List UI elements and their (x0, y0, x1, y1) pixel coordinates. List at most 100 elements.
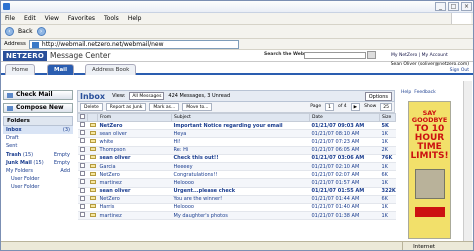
col-from[interactable]: From (97, 113, 172, 122)
from-cell[interactable]: Thompson (97, 146, 172, 155)
web-search-input[interactable] (304, 52, 366, 59)
folder-sent[interactable]: Sent (3, 142, 73, 150)
col-subject[interactable]: Subject (171, 113, 310, 122)
menu-file[interactable]: File (5, 15, 15, 22)
subject-cell[interactable]: Urgent...please check (171, 187, 310, 196)
table-row[interactable]: sean oliver Check this out!! 01/21/07 03:0… (77, 154, 396, 163)
menu-help[interactable]: Help (128, 15, 142, 22)
row-select-cell[interactable] (77, 121, 88, 131)
next-page-icon[interactable]: ▶ (350, 103, 361, 111)
options-button[interactable]: Options (364, 92, 392, 101)
ad-cta-button[interactable] (414, 207, 445, 217)
from-cell[interactable]: NetZero (97, 195, 172, 204)
sign-out-link[interactable]: Sign Out (391, 68, 469, 74)
row-checkbox[interactable] (79, 122, 85, 128)
folder-junk[interactable]: Junk Mail (15) Empty (3, 159, 73, 167)
page-input[interactable]: 1 (325, 103, 334, 111)
table-row[interactable]: NetZero Congratulations!! 01/21/07 02:07 A… (77, 170, 396, 180)
subject-cell[interactable]: Congratulations!! (171, 170, 310, 180)
select-all-checkbox[interactable] (80, 114, 85, 119)
delete-button[interactable]: Delete (80, 103, 103, 111)
from-cell[interactable]: NetZero (97, 170, 172, 180)
close-icon[interactable]: × (461, 2, 472, 11)
row-select-cell[interactable] (77, 162, 88, 172)
row-checkbox[interactable] (79, 163, 85, 169)
back-arrow-icon[interactable]: ‹ (5, 27, 14, 36)
compose-new-button[interactable]: Compose New (3, 103, 73, 113)
table-row[interactable]: Harris Heloooo 01/21/07 01:40 AM 1K (77, 203, 396, 213)
folder-draft[interactable]: Draft (3, 134, 73, 142)
my-folders-label[interactable]: My Folders (6, 167, 33, 175)
subject-cell[interactable]: My daughter's photos (171, 211, 310, 221)
from-cell[interactable]: sean oliver (97, 129, 172, 139)
row-select-cell[interactable] (77, 137, 88, 147)
from-cell[interactable]: Garcia (97, 162, 172, 172)
report-junk-button[interactable]: Report as Junk (105, 103, 147, 111)
row-select-cell[interactable] (77, 129, 88, 139)
from-cell[interactable]: martinez (97, 211, 172, 221)
row-checkbox[interactable] (79, 138, 85, 144)
subject-cell[interactable]: Heloooo (171, 203, 310, 213)
subject-cell[interactable]: Important Notice regarding your email (171, 121, 310, 131)
url-input[interactable]: http://webmail.netzero.net/webmail/new (28, 39, 239, 49)
back-button-label[interactable]: Back (18, 28, 33, 35)
subject-cell[interactable]: Check this out!! (171, 154, 310, 163)
row-checkbox[interactable] (79, 146, 85, 152)
from-cell[interactable]: NetZero (97, 121, 172, 131)
table-row[interactable]: sean oliver Urgent...please check 01/21/07… (77, 187, 396, 196)
folder-inbox[interactable]: Inbox (3) (3, 126, 73, 135)
search-go-icon[interactable] (367, 51, 376, 59)
netzero-logo[interactable]: NETZERO (3, 50, 48, 61)
subject-cell[interactable]: Heya (171, 129, 310, 139)
row-checkbox[interactable] (79, 203, 85, 209)
empty-junk-link[interactable]: Empty (54, 159, 70, 167)
account-links[interactable]: My NetZero | My Account (391, 53, 448, 58)
row-select-cell[interactable] (77, 203, 88, 213)
table-row[interactable]: sean oliver Heya 01/21/07 08:10 AM 1K (77, 129, 396, 139)
tab-home[interactable]: Home (5, 64, 36, 75)
row-select-cell[interactable] (77, 178, 88, 188)
menu-view[interactable]: View (45, 15, 59, 22)
table-row[interactable]: martinez My daughter's photos 01/21/07 01:… (77, 211, 396, 221)
view-select[interactable]: All Messages (129, 92, 165, 100)
col-date[interactable]: Date (309, 113, 380, 122)
table-row[interactable]: Thompson Re: Hi 01/21/07 06:05 AM 2K (77, 146, 396, 155)
row-select-cell[interactable] (77, 146, 88, 155)
row-select-cell[interactable] (77, 211, 88, 221)
row-checkbox[interactable] (79, 195, 85, 201)
mark-as-dropdown[interactable]: Mark as... (149, 103, 180, 111)
menu-tools[interactable]: Tools (104, 15, 119, 22)
col-size[interactable]: Size (379, 113, 396, 122)
forward-arrow-icon[interactable]: › (36, 27, 46, 36)
help-link[interactable]: Help (401, 90, 411, 95)
tab-address-book[interactable]: Address Book (85, 64, 137, 75)
from-cell[interactable]: martinez (97, 178, 172, 188)
tab-mail[interactable]: Mail (47, 64, 74, 75)
feedback-link[interactable]: Feedback (414, 90, 435, 95)
minimize-icon[interactable]: _ (435, 2, 446, 11)
from-cell[interactable]: sean oliver (97, 154, 172, 163)
from-cell[interactable]: Harris (97, 203, 172, 213)
table-row[interactable]: NetZero You are the winner! 01/21/07 01:44… (77, 195, 396, 204)
maximize-icon[interactable]: □ (448, 2, 459, 11)
row-checkbox[interactable] (79, 212, 85, 218)
row-checkbox[interactable] (79, 187, 85, 193)
menu-favorites[interactable]: Favorites (68, 15, 95, 22)
table-row[interactable]: martinez Heloooo 01/21/07 01:57 AM 1K (77, 178, 396, 188)
move-to-dropdown[interactable]: Move to... (182, 103, 213, 111)
from-cell[interactable]: white (97, 137, 172, 147)
check-mail-button[interactable]: Check Mail (3, 90, 73, 100)
table-row[interactable]: Garcia Heeeey 01/21/07 02:10 AM 1K (77, 162, 396, 172)
row-select-cell[interactable] (77, 154, 88, 163)
table-row[interactable]: white Hi! 01/21/07 07:23 AM 1K (77, 137, 396, 147)
advertisement-banner[interactable]: SAY GOODBYE TO 10 HOUR TIME LIMITS! (408, 101, 451, 239)
subject-cell[interactable]: Heloooo (171, 178, 310, 188)
subject-cell[interactable]: You are the winner! (171, 195, 310, 204)
folder-user-1[interactable]: User Folder (3, 175, 73, 183)
subject-cell[interactable]: Heeeey (171, 162, 310, 172)
subject-cell[interactable]: Re: Hi (171, 146, 310, 155)
empty-trash-link[interactable]: Empty (54, 151, 70, 159)
subject-cell[interactable]: Hi! (171, 137, 310, 147)
folder-user-2[interactable]: User Folder (3, 183, 73, 191)
row-select-cell[interactable] (77, 170, 88, 180)
